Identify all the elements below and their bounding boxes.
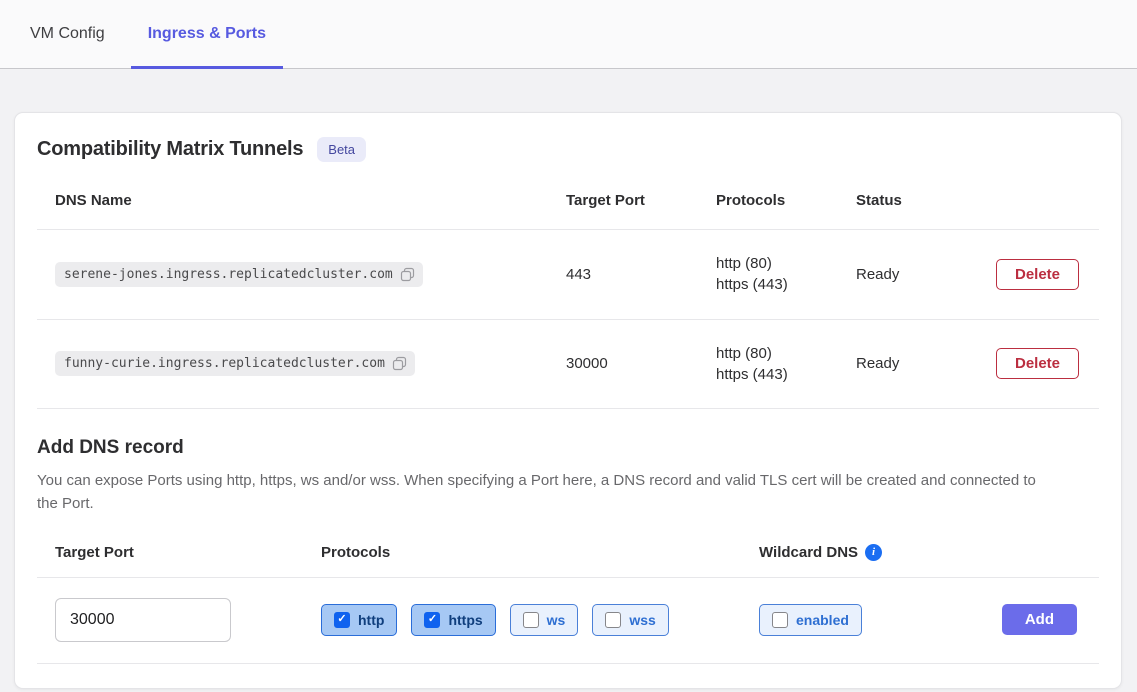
tab-ingress-ports[interactable]: Ingress & Ports — [131, 0, 283, 68]
copy-icon[interactable] — [392, 356, 407, 371]
col-header-dns-name: DNS Name — [37, 166, 548, 230]
protocol-checkbox-wss[interactable]: ✓ wss — [592, 604, 668, 636]
dns-name-text: serene-jones.ingress.replicatedcluster.c… — [64, 267, 393, 282]
info-icon[interactable]: i — [865, 544, 882, 561]
protocol-option-label: ws — [547, 612, 566, 628]
add-dns-heading: Add DNS record — [37, 437, 1099, 459]
protocol-options: ✓ http ✓ https ✓ ws ✓ wss — [321, 604, 759, 636]
form-header-row: Target Port Protocols Wildcard DNS i — [37, 544, 1099, 577]
dns-name-pill: funny-curie.ingress.replicatedcluster.co… — [55, 351, 415, 376]
page-title: Compatibility Matrix Tunnels — [37, 138, 303, 161]
protocol-line: http (80) — [716, 343, 838, 364]
tunnels-card: Compatibility Matrix Tunnels Beta DNS Na… — [14, 112, 1122, 689]
form-label-target-port: Target Port — [55, 544, 321, 561]
add-dns-form-row: ✓ http ✓ https ✓ ws ✓ wss ✓ enabled Add — [37, 577, 1099, 664]
add-button[interactable]: Add — [1002, 604, 1077, 635]
tunnels-table: DNS Name Target Port Protocols Status se… — [37, 166, 1099, 409]
col-header-target-port: Target Port — [548, 166, 698, 230]
status-text: Ready — [838, 230, 978, 320]
protocols-cell: http (80) https (443) — [698, 230, 838, 320]
target-port-value: 443 — [548, 230, 698, 320]
protocol-checkbox-http[interactable]: ✓ http — [321, 604, 397, 636]
target-port-value: 30000 — [548, 319, 698, 409]
dns-name-pill: serene-jones.ingress.replicatedcluster.c… — [55, 262, 423, 287]
checkbox-icon: ✓ — [523, 612, 539, 628]
delete-button[interactable]: Delete — [996, 348, 1079, 379]
table-row: serene-jones.ingress.replicatedcluster.c… — [37, 230, 1099, 320]
copy-icon[interactable] — [400, 267, 415, 282]
protocol-option-label: wss — [629, 612, 655, 628]
target-port-input[interactable] — [55, 598, 231, 642]
protocol-line: https (443) — [716, 274, 838, 295]
form-label-wildcard-dns: Wildcard DNS i — [759, 544, 882, 561]
checkbox-icon: ✓ — [772, 612, 788, 628]
delete-button[interactable]: Delete — [996, 259, 1079, 290]
protocol-line: http (80) — [716, 253, 838, 274]
wildcard-enabled-checkbox[interactable]: ✓ enabled — [759, 604, 862, 636]
tab-vm-config[interactable]: VM Config — [13, 0, 122, 68]
protocols-cell: http (80) https (443) — [698, 319, 838, 409]
dns-name-text: funny-curie.ingress.replicatedcluster.co… — [64, 356, 385, 371]
wildcard-dns-label: Wildcard DNS — [759, 544, 858, 561]
protocol-option-label: http — [358, 612, 384, 628]
col-header-actions — [978, 166, 1099, 230]
tab-bar: VM Config Ingress & Ports — [0, 0, 1137, 69]
form-label-protocols: Protocols — [321, 544, 759, 561]
wildcard-option-label: enabled — [796, 612, 849, 628]
checkbox-icon: ✓ — [605, 612, 621, 628]
table-header-row: DNS Name Target Port Protocols Status — [37, 166, 1099, 230]
card-header: Compatibility Matrix Tunnels Beta — [37, 137, 1099, 162]
status-text: Ready — [838, 319, 978, 409]
table-row: funny-curie.ingress.replicatedcluster.co… — [37, 319, 1099, 409]
col-header-protocols: Protocols — [698, 166, 838, 230]
add-dns-description: You can expose Ports using http, https, … — [37, 469, 1045, 516]
protocol-line: https (443) — [716, 364, 838, 385]
checkbox-icon: ✓ — [334, 612, 350, 628]
protocol-option-label: https — [448, 612, 482, 628]
protocol-checkbox-https[interactable]: ✓ https — [411, 604, 495, 636]
protocol-checkbox-ws[interactable]: ✓ ws — [510, 604, 579, 636]
col-header-status: Status — [838, 166, 978, 230]
beta-badge: Beta — [317, 137, 366, 162]
checkbox-icon: ✓ — [424, 612, 440, 628]
